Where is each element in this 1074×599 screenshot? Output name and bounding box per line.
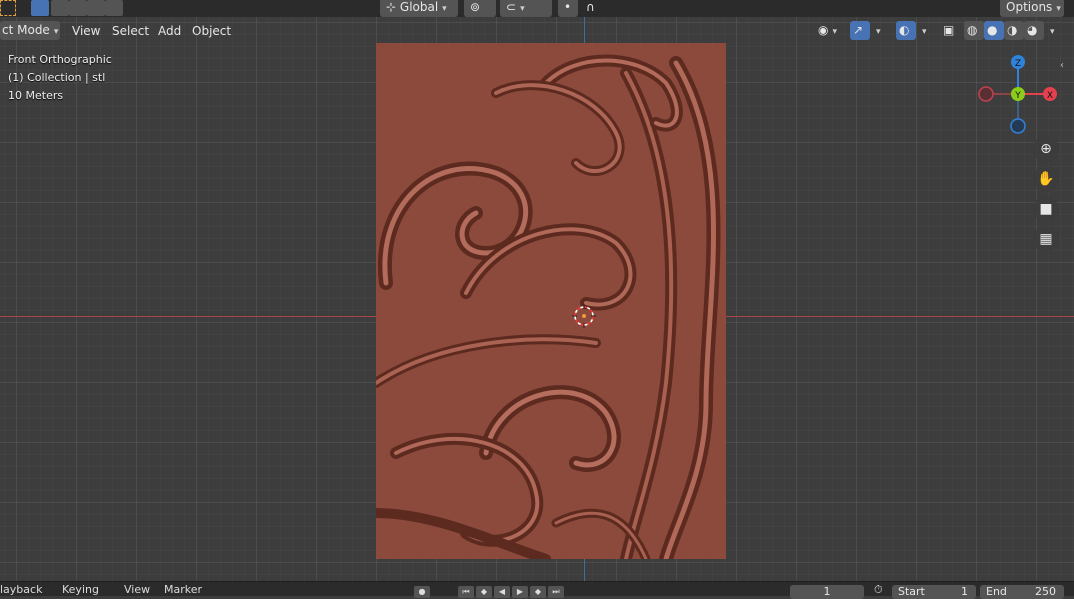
- select-subtract-icon[interactable]: [69, 0, 87, 16]
- keying-menu[interactable]: Keying: [62, 583, 99, 596]
- jump-key-back-icon[interactable]: ◆: [476, 586, 492, 598]
- end-value: 250: [1035, 585, 1056, 598]
- chevron-down-icon: ▾: [442, 4, 447, 14]
- gizmo-neg-z[interactable]: [1010, 118, 1026, 134]
- menu-object[interactable]: Object: [192, 23, 231, 40]
- tool-settings-bar: ⊹ Global ▾ ⊚ ⊂ ▾ • ∩ Options ▾: [0, 0, 1074, 17]
- visibility-dropdown[interactable]: ◉ ▾: [812, 21, 846, 40]
- solid-shading-button[interactable]: ●: [984, 21, 1004, 40]
- select-tool-icon[interactable]: [0, 0, 16, 16]
- gizmo-toggle[interactable]: ↗: [850, 21, 870, 40]
- jump-start-icon[interactable]: ⏮: [458, 586, 474, 598]
- orientation-icon: ⊹: [386, 0, 397, 14]
- proportional-icon: •: [564, 0, 572, 14]
- record-icon[interactable]: ●: [414, 586, 430, 598]
- chevron-down-icon: ▾: [922, 27, 927, 37]
- material-sphere-icon: ◑: [1007, 23, 1018, 37]
- overlays-dropdown[interactable]: ▾: [916, 21, 932, 40]
- menu-view[interactable]: View: [72, 23, 100, 40]
- rendered-sphere-icon: ◕: [1027, 23, 1038, 37]
- menu-add[interactable]: Add: [158, 23, 181, 40]
- navigation-gizmo[interactable]: Z X Y: [976, 52, 1060, 136]
- wireframe-shading-button[interactable]: ◍: [964, 21, 984, 40]
- hand-pan-icon[interactable]: ✋: [1033, 166, 1059, 192]
- transform-orientation-dropdown[interactable]: ⊹ Global ▾: [380, 0, 458, 17]
- mode-label: ct Mode: [2, 23, 50, 37]
- end-label: End: [986, 585, 1007, 598]
- menu-select[interactable]: Select: [112, 23, 149, 40]
- options-dropdown[interactable]: Options ▾: [1000, 0, 1064, 17]
- select-invert-icon[interactable]: [87, 0, 105, 16]
- chevron-down-icon: ▾: [53, 27, 59, 37]
- gizmo-icon: ↗: [853, 23, 864, 37]
- relief-artwork: [376, 43, 726, 559]
- collection-info-text: (1) Collection | stl: [8, 71, 106, 84]
- eye-icon: ◉: [818, 23, 829, 37]
- chevron-down-icon: ▾: [520, 4, 525, 14]
- jump-key-forward-icon[interactable]: ◆: [530, 586, 546, 598]
- scale-info-text: 10 Meters: [8, 89, 64, 102]
- view-name-text: Front Orthographic: [8, 53, 112, 66]
- wireframe-sphere-icon: ◍: [967, 23, 978, 37]
- gizmo-dropdown[interactable]: ▾: [870, 21, 886, 40]
- chevron-down-icon: ▾: [876, 27, 881, 37]
- start-label: Start: [898, 585, 925, 598]
- chevron-down-icon: ▾: [832, 27, 838, 37]
- select-intersect-icon[interactable]: [105, 0, 123, 16]
- start-frame-field[interactable]: Start 1: [892, 585, 976, 599]
- proportional-edit-toggle[interactable]: •: [558, 0, 578, 17]
- pivot-icon: ⊚: [470, 0, 481, 14]
- material-shading-button[interactable]: ◑: [1004, 21, 1024, 40]
- current-frame-field[interactable]: 1: [790, 585, 864, 599]
- preview-range-icon[interactable]: ⏱: [874, 583, 883, 596]
- overlays-toggle[interactable]: ◐: [896, 21, 916, 40]
- camera-icon[interactable]: ■: [1033, 196, 1059, 222]
- gizmo-x-label: X: [1047, 91, 1053, 101]
- chevron-down-icon: ▾: [1056, 4, 1061, 14]
- play-icon[interactable]: ▶: [512, 586, 528, 598]
- magnet-icon: ⊂: [506, 0, 517, 14]
- timeline-header: layback Keying View Marker ● ⏮ ◆ ◀ ▶ ◆ ⏭…: [0, 581, 1074, 599]
- sidebar-toggle-icon[interactable]: ‹: [1060, 60, 1064, 71]
- 3d-cursor-icon[interactable]: [572, 304, 596, 328]
- select-new-icon[interactable]: [31, 0, 49, 16]
- falloff-icon: ∩: [586, 0, 595, 14]
- relief-mesh-object[interactable]: [376, 43, 726, 559]
- zoom-icon[interactable]: ⊕: [1033, 136, 1059, 162]
- snapping-dropdown[interactable]: ⊂ ▾: [500, 0, 552, 17]
- xray-icon: ▣: [943, 23, 955, 37]
- marker-menu[interactable]: Marker: [164, 583, 202, 596]
- gizmo-neg-x[interactable]: [978, 86, 994, 102]
- mode-dropdown[interactable]: ct Mode ▾: [0, 21, 60, 40]
- grid-icon[interactable]: ▦: [1033, 226, 1059, 252]
- shading-dropdown[interactable]: ▾: [1044, 21, 1060, 40]
- falloff-dropdown[interactable]: ∩: [580, 0, 610, 17]
- playback-menu[interactable]: layback: [0, 583, 42, 596]
- gizmo-y-label: Y: [1014, 91, 1021, 101]
- solid-sphere-icon: ●: [987, 23, 998, 37]
- orientation-label: Global: [399, 0, 439, 14]
- options-label: Options: [1006, 0, 1053, 14]
- start-value: 1: [961, 585, 968, 598]
- gizmo-z-label: Z: [1015, 59, 1021, 69]
- pivot-point-dropdown[interactable]: ⊚: [464, 0, 496, 17]
- chevron-down-icon: ▾: [1050, 27, 1055, 37]
- play-reverse-icon[interactable]: ◀: [494, 586, 510, 598]
- overlays-icon: ◐: [899, 23, 910, 37]
- rendered-shading-button[interactable]: ◕: [1024, 21, 1044, 40]
- xray-toggle[interactable]: ▣: [940, 21, 960, 40]
- view-menu[interactable]: View: [124, 583, 150, 596]
- jump-end-icon[interactable]: ⏭: [548, 586, 564, 598]
- end-frame-field[interactable]: End 250: [980, 585, 1064, 599]
- select-extend-icon[interactable]: [51, 0, 69, 16]
